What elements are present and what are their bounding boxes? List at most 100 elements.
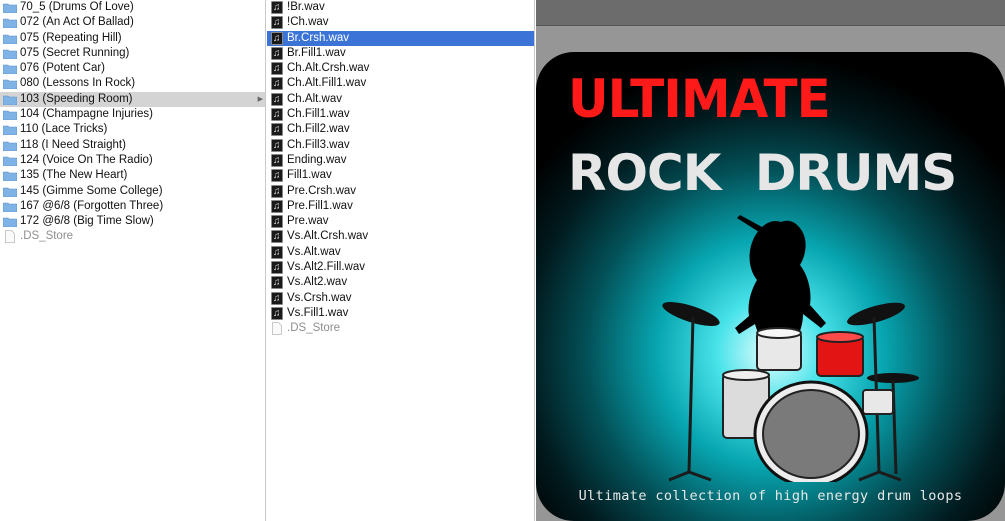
folder-name: 70_5 (Drums Of Love) bbox=[20, 1, 134, 13]
folder-name: 103 (Speeding Room) bbox=[20, 92, 133, 105]
file-row[interactable]: Vs.Alt.Crsh.wav bbox=[267, 229, 534, 245]
folder-row[interactable]: 70_5 (Drums Of Love) bbox=[0, 0, 265, 15]
file-name: Vs.Alt.wav bbox=[287, 245, 341, 258]
file-name: Ch.Alt.Crsh.wav bbox=[287, 62, 370, 75]
folder-icon bbox=[3, 18, 17, 29]
file-row[interactable]: Vs.Alt2.Fill.wav bbox=[267, 260, 534, 275]
file-name: !Br.wav bbox=[287, 1, 325, 13]
folder-row[interactable]: 167 @6/8 (Forgotten Three) bbox=[0, 199, 265, 214]
file-row[interactable]: Ch.Alt.Fill1.wav bbox=[267, 76, 534, 92]
cover-subtitle: Ultimate collection of high energy drum … bbox=[578, 488, 963, 504]
folder-row[interactable]: 110 (Lace Tricks) bbox=[0, 122, 265, 137]
file-name: Fill1.wav bbox=[287, 169, 332, 182]
file-name: Vs.Alt2.wav bbox=[287, 276, 348, 289]
folder-icon bbox=[3, 3, 17, 13]
file-name: Br.Crsh.wav bbox=[287, 31, 349, 44]
file-row[interactable]: .DS_Store bbox=[267, 321, 534, 336]
audio-file-icon bbox=[271, 61, 283, 76]
file-row[interactable]: Ch.Fill1.wav bbox=[267, 107, 534, 122]
folder-icon bbox=[3, 110, 17, 121]
file-row[interactable]: !Br.wav bbox=[267, 0, 534, 15]
folder-name: 072 (An Act Of Ballad) bbox=[20, 16, 134, 29]
folder-icon bbox=[3, 187, 17, 197]
file-row[interactable]: Vs.Alt2.wav bbox=[267, 275, 534, 291]
folder-row[interactable]: 075 (Secret Running) bbox=[0, 46, 265, 61]
file-row[interactable]: Ch.Fill3.wav bbox=[267, 138, 534, 153]
folder-icon bbox=[3, 156, 17, 166]
audio-file-icon bbox=[271, 92, 283, 107]
file-name: Ch.Fill3.wav bbox=[287, 138, 350, 151]
folder-row[interactable]: 076 (Potent Car) bbox=[0, 61, 265, 76]
folder-row[interactable]: 135 (The New Heart) bbox=[0, 168, 265, 183]
folder-icon bbox=[3, 64, 17, 75]
audio-file-icon bbox=[271, 138, 283, 153]
folder-name: 075 (Secret Running) bbox=[20, 46, 130, 59]
cover-title-line2: ROCK DRUMS bbox=[568, 144, 957, 202]
folder-name: 135 (The New Heart) bbox=[20, 169, 128, 182]
folder-name: 145 (Gimme Some College) bbox=[20, 184, 163, 197]
audio-file-icon bbox=[271, 275, 283, 291]
file-name: Ch.Alt.wav bbox=[287, 92, 342, 105]
audio-file-icon bbox=[271, 15, 283, 31]
file-row[interactable]: Pre.Fill1.wav bbox=[267, 199, 534, 214]
folder-name: 110 (Lace Tricks) bbox=[20, 123, 108, 136]
audio-file-icon bbox=[271, 31, 283, 46]
folder-row[interactable]: 072 (An Act Of Ballad) bbox=[0, 15, 265, 30]
file-row[interactable]: Pre.Crsh.wav bbox=[267, 184, 534, 199]
audio-file-icon bbox=[271, 291, 283, 306]
audio-file-icon bbox=[271, 199, 283, 214]
file-row[interactable]: Ch.Fill2.wav bbox=[267, 122, 534, 138]
file-row[interactable]: .DS_Store bbox=[0, 229, 265, 244]
audio-file-icon bbox=[271, 214, 283, 229]
folder-icon bbox=[3, 171, 17, 182]
audio-file-icon bbox=[271, 122, 283, 138]
file-column[interactable]: !Br.wav !Ch.wav Br.Crsh.wav Br.Fill1.wav… bbox=[267, 0, 535, 521]
file-name: .DS_Store bbox=[20, 230, 74, 243]
file-row[interactable]: Ch.Alt.Crsh.wav bbox=[267, 61, 534, 76]
folder-name: 167 @6/8 (Forgotten Three) bbox=[20, 199, 164, 212]
folder-row[interactable]: 124 (Voice On The Radio) bbox=[0, 153, 265, 168]
file-row[interactable]: Fill1.wav bbox=[267, 168, 534, 184]
folder-name: 075 (Repeating Hill) bbox=[20, 31, 122, 44]
file-name: Ending.wav bbox=[287, 153, 347, 166]
folder-column[interactable]: 70_5 (Drums Of Love) 072 (An Act Of Ball… bbox=[0, 0, 266, 521]
folder-icon bbox=[3, 49, 17, 59]
file-name: Br.Fill1.wav bbox=[287, 46, 346, 59]
folder-row[interactable]: 118 (I Need Straight) bbox=[0, 138, 265, 153]
file-name: !Ch.wav bbox=[287, 16, 329, 29]
audio-file-icon bbox=[271, 76, 283, 92]
file-row[interactable]: !Ch.wav bbox=[267, 15, 534, 31]
document-icon bbox=[272, 322, 282, 336]
file-row[interactable]: Ch.Alt.wav bbox=[267, 92, 534, 107]
file-row[interactable]: Br.Fill1.wav bbox=[267, 46, 534, 61]
folder-row[interactable]: 075 (Repeating Hill) bbox=[0, 31, 265, 46]
file-row-selected[interactable]: Br.Crsh.wav bbox=[267, 30, 534, 46]
file-name: Pre.Fill1.wav bbox=[287, 199, 353, 212]
audio-file-icon bbox=[271, 153, 283, 168]
file-row[interactable]: Pre.wav bbox=[267, 214, 534, 229]
audio-file-icon bbox=[271, 229, 283, 245]
folder-row-selected[interactable]: 103 (Speeding Room) ▶ bbox=[0, 91, 265, 108]
folder-icon bbox=[3, 95, 17, 105]
file-name: Ch.Fill1.wav bbox=[287, 108, 350, 121]
folder-icon bbox=[3, 34, 17, 44]
audio-file-icon bbox=[271, 184, 283, 199]
file-name: Ch.Fill2.wav bbox=[287, 123, 350, 136]
folder-name: 076 (Potent Car) bbox=[20, 62, 106, 75]
folder-icon bbox=[3, 217, 17, 228]
file-row[interactable]: Ending.wav bbox=[267, 153, 534, 168]
file-row[interactable]: Vs.Fill1.wav bbox=[267, 306, 534, 321]
file-row[interactable]: Vs.Alt.wav bbox=[267, 245, 534, 260]
audio-file-icon bbox=[271, 306, 283, 321]
preview-pane: ULTIMATE ROCK DRUMS Ultimate collection … bbox=[536, 0, 1005, 521]
folder-row[interactable]: 145 (Gimme Some College) bbox=[0, 184, 265, 199]
preview-header-bar bbox=[536, 0, 1005, 26]
audio-file-icon bbox=[271, 46, 283, 61]
folder-row[interactable]: 172 @6/8 (Big Time Slow) bbox=[0, 214, 265, 229]
folder-row[interactable]: 104 (Champagne Injuries) bbox=[0, 107, 265, 122]
file-name: Ch.Alt.Fill1.wav bbox=[287, 77, 367, 90]
file-name: Vs.Fill1.wav bbox=[287, 306, 349, 319]
audio-file-icon bbox=[271, 260, 283, 275]
folder-row[interactable]: 080 (Lessons In Rock) bbox=[0, 76, 265, 91]
file-row[interactable]: Vs.Crsh.wav bbox=[267, 291, 534, 306]
